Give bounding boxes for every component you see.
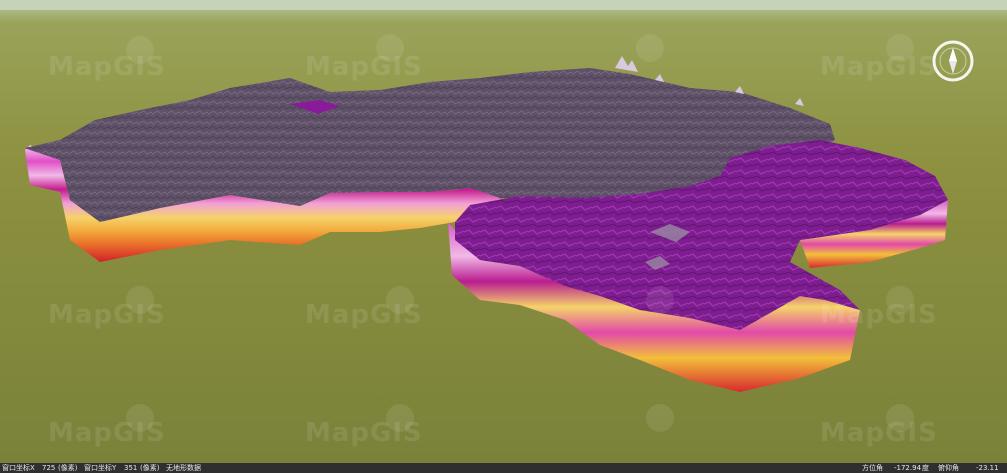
pitch-label: 俯仰角 [938, 464, 959, 472]
azimuth-unit: 度 [922, 464, 929, 472]
3d-map-view[interactable] [0, 0, 1007, 463]
window-y-label: 窗口坐标Y [84, 464, 117, 472]
azimuth-value: -172.94 [894, 464, 922, 472]
window-y-value: 351 [124, 464, 138, 472]
status-bar: 窗口坐标X 725 (像素) 窗口坐标Y 351 (像素) 无地形数据 方位角 … [0, 463, 1007, 473]
azimuth-label: 方位角 [862, 464, 883, 472]
window-x-label: 窗口坐标X [2, 464, 35, 472]
window-x-unit: (像素) [58, 464, 78, 472]
no-terrain-data: 无地形数据 [166, 464, 201, 472]
window-x-value: 725 [42, 464, 56, 472]
window-y-unit: (像素) [140, 464, 160, 472]
pitch-value: -23.11 [976, 464, 999, 472]
compass-navigator[interactable] [930, 38, 976, 84]
compass-icon [932, 40, 974, 82]
horizon-sky [0, 0, 1007, 10]
